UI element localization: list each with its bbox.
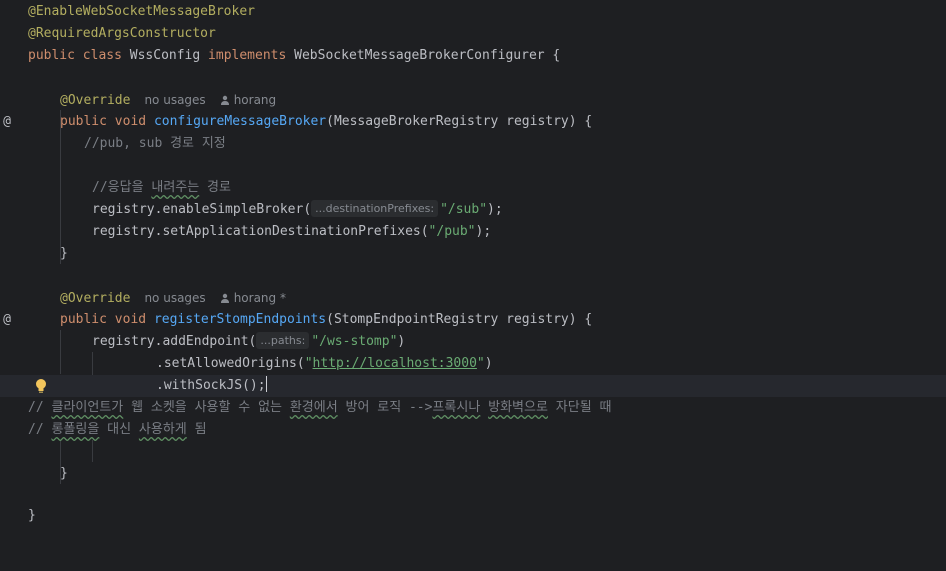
comment: // xyxy=(28,422,52,437)
usages-count[interactable]: no usages xyxy=(144,93,205,107)
comment: 자단될 때 xyxy=(547,400,612,415)
comment: 됨 xyxy=(186,422,207,437)
code-line[interactable]: // 클라이언트가 웹 소켓을 사용할 수 없는 환경에서 방어 로직 -->프… xyxy=(0,397,946,419)
annotation: @RequiredArgsConstructor xyxy=(28,26,216,41)
code-lens[interactable]: no usages horang xyxy=(144,93,276,107)
string-literal: "/pub" xyxy=(428,224,476,239)
interface-name: WebSocketMessageBrokerConfigurer { xyxy=(294,48,561,63)
usages-count[interactable]: no usages xyxy=(144,291,205,305)
punctuation: ); xyxy=(475,224,492,239)
annotation: @Override xyxy=(60,291,131,306)
method-call: registry.enableSimpleBroker( xyxy=(92,202,312,217)
punctuation: ) xyxy=(484,356,493,371)
keyword: public xyxy=(28,48,75,63)
closing-brace: } xyxy=(60,466,68,481)
comment-typo: 롱폴링을 xyxy=(51,422,100,437)
comment: 웹 소켓을 사용할 수 없는 xyxy=(123,400,290,415)
comment: 방어 로직 --> xyxy=(337,400,433,415)
comment-typo: 프록시나 xyxy=(432,400,481,415)
code-editor[interactable]: @EnableWebSocketMessageBroker @RequiredA… xyxy=(0,0,946,523)
annotation: @Override xyxy=(60,93,131,108)
parameter-hint: ...paths: xyxy=(256,332,310,349)
method-call: .withSockJS(); xyxy=(156,378,266,393)
method-call: .setAllowedOrigins( xyxy=(156,356,305,371)
annotation: @EnableWebSocketMessageBroker xyxy=(28,4,255,19)
code-line[interactable]: @Override no usages horang xyxy=(0,89,946,111)
url-link[interactable]: http://localhost:3000 xyxy=(313,356,477,371)
comment-typo: 클라이언트가 xyxy=(51,400,124,415)
current-code-line[interactable]: .withSockJS(); xyxy=(0,375,946,397)
code-line[interactable]: //pub, sub 경로 지정 xyxy=(0,133,946,155)
comment-typo: 방화벽으로 xyxy=(488,400,548,415)
lightbulb-icon[interactable] xyxy=(34,378,48,394)
method-name: registerStompEndpoints xyxy=(153,312,327,327)
implements-method-icon[interactable]: @ xyxy=(0,111,14,133)
code-lens[interactable]: no usages horang * xyxy=(144,291,286,305)
closing-brace: } xyxy=(28,508,36,523)
code-line[interactable]: .setAllowedOrigins("http://localhost:300… xyxy=(0,353,946,375)
user-icon xyxy=(220,90,230,105)
user-icon xyxy=(220,288,230,303)
method-name: configureMessageBroker xyxy=(153,114,327,129)
method-params: (StompEndpointRegistry registry) { xyxy=(326,312,593,327)
comment-typo: 내려주는 xyxy=(151,180,200,195)
keyword: implements xyxy=(208,48,287,63)
string-literal: "/ws-stomp" xyxy=(311,334,398,349)
code-line[interactable]: registry.addEndpoint(...paths: "/ws-stomp… xyxy=(0,331,946,353)
code-line[interactable]: // 롱폴링을 대신 사용하게 됨 xyxy=(0,419,946,441)
comment xyxy=(480,400,488,415)
keyword: public xyxy=(60,114,107,129)
string-quote: " xyxy=(476,356,485,371)
comment: // xyxy=(28,400,52,415)
code-line[interactable]: public class WssConfig implements WebSoc… xyxy=(0,45,946,67)
comment: //응답을 xyxy=(92,180,152,195)
keyword: class xyxy=(82,48,122,63)
comment: 대신 xyxy=(99,422,139,437)
comment: 경로 xyxy=(199,180,231,195)
keyword: void xyxy=(114,114,147,129)
punctuation: ) xyxy=(397,334,406,349)
code-line[interactable]: registry.enableSimpleBroker(...destinati… xyxy=(0,199,946,221)
text-caret xyxy=(265,376,267,392)
comment: //pub, sub 경로 지정 xyxy=(84,136,226,151)
code-line[interactable]: @Override no usages horang * xyxy=(0,287,946,309)
code-line[interactable]: //응답을 내려주는 경로 xyxy=(0,177,946,199)
code-line[interactable]: } xyxy=(0,463,946,485)
code-line[interactable]: registry.setApplicationDestinationPrefix… xyxy=(0,221,946,243)
implements-method-icon[interactable]: @ xyxy=(0,309,14,331)
string-literal: "/sub" xyxy=(440,202,488,217)
method-params: (MessageBrokerRegistry registry) { xyxy=(326,114,593,129)
code-line[interactable]: @EnableWebSocketMessageBroker xyxy=(0,1,946,23)
punctuation: ); xyxy=(487,202,503,217)
code-line[interactable]: @ public void registerStompEndpoints(Sto… xyxy=(0,309,946,331)
string-quote: " xyxy=(304,356,313,371)
author-name[interactable]: horang xyxy=(234,93,276,107)
code-line[interactable]: @RequiredArgsConstructor xyxy=(0,23,946,45)
method-call: registry.addEndpoint( xyxy=(92,334,257,349)
closing-brace: } xyxy=(60,246,68,261)
comment-typo: 환경에서 xyxy=(289,400,338,415)
code-line[interactable]: @ public void configureMessageBroker(Mes… xyxy=(0,111,946,133)
indent-guide xyxy=(92,440,93,462)
author-name[interactable]: horang * xyxy=(234,291,286,305)
keyword: void xyxy=(114,312,147,327)
method-call: registry.setApplicationDestinationPrefix… xyxy=(92,224,429,239)
code-line[interactable]: } xyxy=(0,505,946,527)
comment-typo: 사용하게 xyxy=(138,422,187,437)
parameter-hint: ...destinationPrefixes: xyxy=(311,200,439,217)
code-line[interactable]: } xyxy=(0,243,946,265)
keyword: public xyxy=(60,312,107,327)
class-name: WssConfig xyxy=(129,48,201,63)
